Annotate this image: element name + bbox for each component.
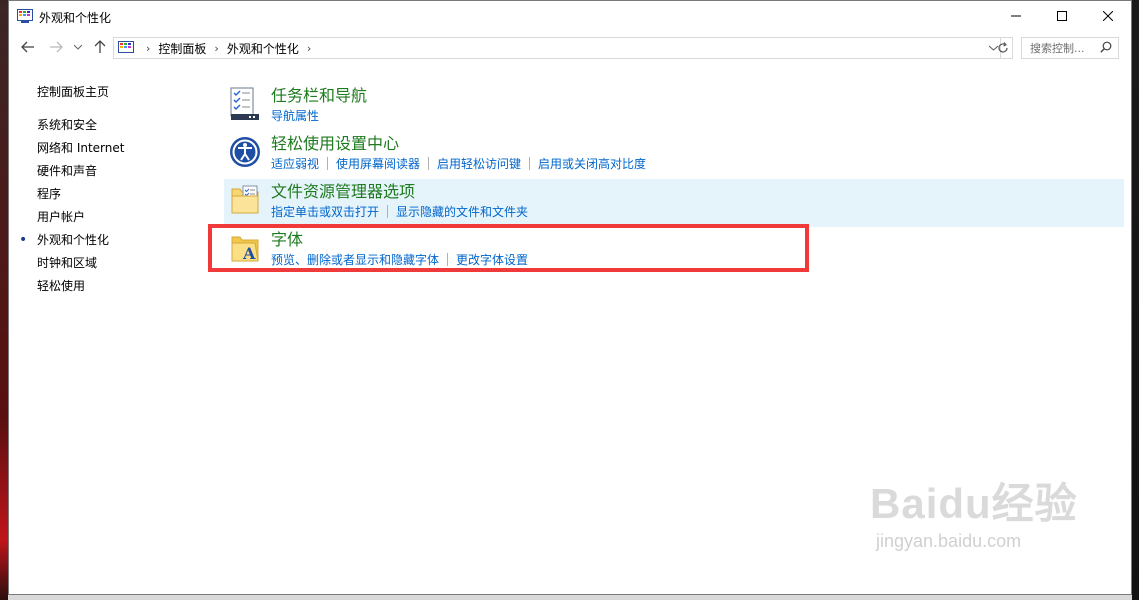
- category-taskbar: 任务栏和导航 导航属性: [224, 83, 1124, 131]
- arrow-right-icon: [50, 41, 63, 53]
- breadcrumb-chevron-icon[interactable]: ›: [307, 42, 311, 55]
- window-title: 外观和个性化: [39, 11, 112, 25]
- close-button[interactable]: [1085, 1, 1131, 31]
- sidebar-item-ease-of-access[interactable]: 轻松使用: [37, 275, 207, 298]
- up-button[interactable]: [91, 38, 109, 56]
- window-bottom-edge: [8, 595, 1132, 600]
- breadcrumb-appearance[interactable]: 外观和个性化: [227, 40, 299, 57]
- link-ease-access-keys[interactable]: 启用轻松访问键: [437, 157, 521, 171]
- link-high-contrast[interactable]: 启用或关闭高对比度: [538, 157, 646, 171]
- category-title-taskbar[interactable]: 任务栏和导航: [271, 83, 1124, 107]
- link-navigation-properties[interactable]: 导航属性: [271, 109, 319, 123]
- link-low-vision[interactable]: 适应弱视: [271, 157, 319, 171]
- link-single-double-click[interactable]: 指定单击或双击打开: [271, 205, 379, 219]
- left-navigation: 控制面板主页 系统和安全 网络和 Internet 硬件和声音 程序 用户帐户 …: [19, 81, 207, 298]
- sidebar-item-user-accounts[interactable]: 用户帐户: [37, 206, 207, 229]
- arrow-up-icon: [94, 40, 106, 53]
- search-icon[interactable]: [1100, 41, 1112, 56]
- category-title-ease-of-access[interactable]: 轻松使用设置中心: [271, 131, 1124, 155]
- search-placeholder: 搜索控制...: [1030, 42, 1085, 55]
- link-divider: [428, 157, 430, 170]
- link-divider: [387, 205, 389, 218]
- address-bar[interactable]: › 控制面板 › 外观和个性化 ›: [113, 37, 1001, 59]
- sidebar-item-network[interactable]: 网络和 Internet: [37, 137, 207, 160]
- sidebar-item-clock-region[interactable]: 时钟和区域: [37, 252, 207, 275]
- refresh-button[interactable]: [993, 37, 1013, 59]
- link-show-hidden-files[interactable]: 显示隐藏的文件和文件夹: [396, 205, 528, 219]
- link-divider: [529, 157, 531, 170]
- red-highlight-box: [208, 224, 809, 272]
- breadcrumb-chevron-icon[interactable]: ›: [146, 42, 150, 55]
- category-file-explorer-options: 文件资源管理器选项 指定单击或双击打开 显示隐藏的文件和文件夹: [224, 179, 1124, 227]
- minimize-button[interactable]: [993, 1, 1039, 31]
- sidebar-item-programs[interactable]: 程序: [37, 183, 207, 206]
- navigation-bar: › 控制面板 › 外观和个性化 › 搜索控制...: [9, 35, 1131, 61]
- sidebar-home-link[interactable]: 控制面板主页: [37, 81, 207, 104]
- category-ease-of-access: 轻松使用设置中心 适应弱视 使用屏幕阅读器 启用轻松访问键 启用或关闭高对比度: [224, 131, 1124, 179]
- link-screen-reader[interactable]: 使用屏幕阅读器: [336, 157, 420, 171]
- control-panel-icon: [17, 9, 33, 23]
- minimize-icon: [1011, 15, 1021, 17]
- category-title-file-explorer-options[interactable]: 文件资源管理器选项: [271, 179, 1124, 203]
- maximize-icon: [1057, 11, 1067, 21]
- link-divider: [327, 157, 329, 170]
- maximize-button[interactable]: [1039, 1, 1085, 31]
- folder-options-icon[interactable]: [229, 183, 261, 217]
- sidebar-item-system-security[interactable]: 系统和安全: [37, 114, 207, 137]
- forward-button[interactable]: [47, 38, 65, 56]
- title-bar[interactable]: 外观和个性化: [9, 1, 1131, 32]
- close-icon: [1103, 11, 1113, 21]
- breadcrumb-control-panel[interactable]: 控制面板: [158, 40, 206, 57]
- refresh-icon: [997, 42, 1008, 53]
- recent-locations-button[interactable]: [69, 38, 87, 56]
- breadcrumb-chevron-icon[interactable]: ›: [214, 42, 218, 55]
- baidu-jingyan-watermark: Baidu经验 jingyan.baidu.com: [870, 470, 1090, 580]
- desktop-left-edge: [0, 0, 8, 600]
- taskbar-icon[interactable]: [229, 87, 261, 121]
- sidebar-item-hardware-sound[interactable]: 硬件和声音: [37, 160, 207, 183]
- sidebar-item-appearance[interactable]: 外观和个性化: [19, 229, 207, 252]
- chevron-down-icon: [74, 44, 82, 50]
- search-box[interactable]: 搜索控制...: [1021, 37, 1119, 59]
- control-panel-icon: [118, 41, 134, 53]
- arrow-left-icon: [21, 41, 34, 53]
- back-button[interactable]: [19, 38, 37, 56]
- ease-of-access-icon[interactable]: [229, 135, 261, 169]
- watermark-logo: Baidu经验: [870, 480, 1078, 527]
- watermark-url: jingyan.baidu.com: [876, 531, 1022, 551]
- desktop-right-edge: [1132, 0, 1139, 600]
